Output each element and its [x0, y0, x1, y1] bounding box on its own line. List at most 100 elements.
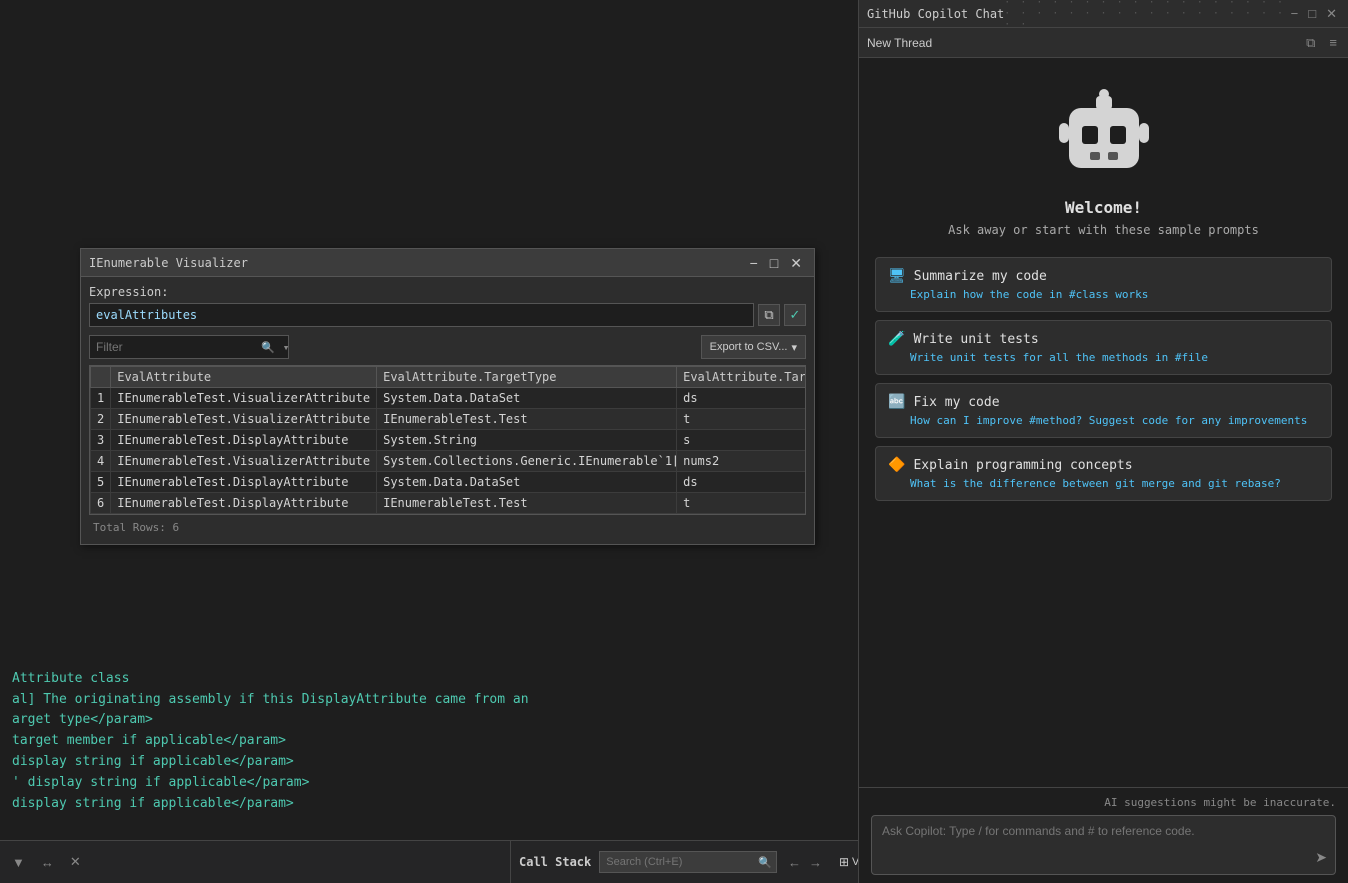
table-cell: System.Collections.Generic.IEnumerable`1…: [377, 451, 677, 472]
prompt-desc-3: What is the difference between git merge…: [888, 477, 1319, 490]
send-button[interactable]: ➤: [1315, 849, 1327, 866]
table-cell: IEnumerableTest.DisplayAttribute: [111, 472, 377, 493]
call-stack-search-input[interactable]: [600, 856, 754, 868]
prompt-cards-container: 🖥 Summarize my code Explain how the code…: [875, 257, 1332, 509]
visualizer-titlebar: IEnumerable Visualizer − □ ✕: [81, 249, 814, 277]
prompt-card-header: 🔤 Fix my code: [888, 394, 1319, 410]
filter-input[interactable]: [90, 340, 257, 354]
table-cell: System.String: [377, 430, 677, 451]
table-cell: s: [677, 430, 806, 451]
search-icon: 🔍: [754, 856, 776, 869]
row-number: 5: [91, 472, 111, 493]
panel-expand-button[interactable]: ↔: [37, 853, 58, 872]
prompt-desc-0: Explain how the code in #class works: [888, 288, 1319, 301]
copilot-title-controls: − □ ✕: [1288, 6, 1340, 22]
export-label: Export to CSV...: [710, 341, 788, 353]
table-row[interactable]: 3IEnumerableTest.DisplayAttributeSystem.…: [91, 430, 807, 451]
copilot-title: GitHub Copilot Chat: [867, 7, 1004, 21]
expression-input[interactable]: [89, 303, 754, 327]
table-cell: System.Data.DataSet: [377, 472, 677, 493]
row-number: 1: [91, 388, 111, 409]
table-cell: t: [677, 493, 806, 514]
table-cell: IEnumerableTest.DisplayAttribute: [111, 493, 377, 514]
minimize-button[interactable]: −: [746, 256, 762, 270]
filter-dropdown-icon[interactable]: ▾: [279, 341, 294, 354]
table-cell: t: [677, 409, 806, 430]
chat-input[interactable]: [882, 824, 1325, 852]
copilot-footer: AI suggestions might be inaccurate. ➤: [859, 787, 1348, 883]
filter-input-wrap: 🔍 ▾: [89, 335, 289, 359]
prompt-icon-0: 🖥: [888, 268, 906, 284]
table-cell: ds: [677, 472, 806, 493]
search-icon: 🔍: [257, 341, 279, 354]
filter-export-row: 🔍 ▾ Export to CSV... ▾: [89, 335, 806, 359]
table-row[interactable]: 4IEnumerableTest.VisualizerAttributeSyst…: [91, 451, 807, 472]
panel-collapse-button[interactable]: ▼: [8, 853, 29, 872]
col-targettype: EvalAttribute.TargetType: [377, 367, 677, 388]
table-cell: IEnumerableTest.DisplayAttribute: [111, 430, 377, 451]
row-number: 4: [91, 451, 111, 472]
nav-back-button[interactable]: ←: [785, 855, 804, 870]
table-cell: System.Data.DataSet: [377, 388, 677, 409]
table-row[interactable]: 6IEnumerableTest.DisplayAttributeIEnumer…: [91, 493, 807, 514]
dots-separator: · · · · · · · · · · · · · · · · · · · · …: [1004, 0, 1287, 30]
table-row[interactable]: 1IEnumerableTest.VisualizerAttributeSyst…: [91, 388, 807, 409]
copilot-logo: [1044, 78, 1164, 198]
restore-button[interactable]: □: [766, 256, 782, 270]
threads-icon: ⊞: [839, 855, 849, 869]
prompt-card-1[interactable]: 🧪 Write unit tests Write unit tests for …: [875, 320, 1332, 375]
nav-buttons: ← →: [785, 855, 825, 870]
close-button[interactable]: ✕: [786, 256, 806, 270]
new-thread-button[interactable]: New Thread: [867, 36, 932, 50]
confirm-expr-button[interactable]: ✓: [784, 304, 806, 326]
titlebar-controls: − □ ✕: [746, 256, 806, 270]
copilot-close-button[interactable]: ✕: [1323, 6, 1340, 22]
table-row[interactable]: 5IEnumerableTest.DisplayAttributeSystem.…: [91, 472, 807, 493]
data-table-wrap: EvalAttribute EvalAttribute.TargetType E…: [89, 365, 806, 515]
table-cell: ds: [677, 388, 806, 409]
copy-expr-button[interactable]: ⧉: [758, 304, 780, 326]
copilot-minimize-button[interactable]: −: [1288, 6, 1302, 21]
chat-input-wrap: ➤: [871, 815, 1336, 875]
export-csv-button[interactable]: Export to CSV... ▾: [701, 335, 806, 359]
prompt-card-header: 🧪 Write unit tests: [888, 331, 1319, 347]
prompt-title-3: Explain programming concepts: [913, 458, 1132, 473]
copilot-panel: GitHub Copilot Chat · · · · · · · · · · …: [858, 0, 1348, 883]
call-stack-search-wrap: 🔍: [599, 851, 777, 873]
table-cell: IEnumerableTest.Test: [377, 493, 677, 514]
copilot-restore-button[interactable]: □: [1305, 6, 1319, 21]
prompt-icon-3: 🔶: [888, 457, 905, 473]
table-row[interactable]: 2IEnumerableTest.VisualizerAttributeIEnu…: [91, 409, 807, 430]
copilot-toolbar-menu-button[interactable]: ≡: [1326, 35, 1340, 50]
data-table: EvalAttribute EvalAttribute.TargetType E…: [90, 366, 806, 514]
prompt-card-2[interactable]: 🔤 Fix my code How can I improve #method?…: [875, 383, 1332, 438]
prompt-desc-1: Write unit tests for all the methods in …: [888, 351, 1319, 364]
row-number: 2: [91, 409, 111, 430]
prompt-card-header: 🖥 Summarize my code: [888, 268, 1319, 284]
panel-close-button[interactable]: ✕: [66, 852, 85, 872]
copilot-content: Welcome! Ask away or start with these sa…: [859, 58, 1348, 787]
expression-label: Expression:: [89, 285, 806, 299]
nav-forward-button[interactable]: →: [806, 855, 825, 870]
col-targetmember: EvalAttribute.TargetMember: [677, 367, 806, 388]
prompt-card-0[interactable]: 🖥 Summarize my code Explain how the code…: [875, 257, 1332, 312]
export-dropdown-icon[interactable]: ▾: [791, 341, 797, 354]
row-number: 3: [91, 430, 111, 451]
prompt-icon-2: 🔤: [888, 394, 905, 410]
prompt-icon-1: 🧪: [888, 331, 905, 347]
prompt-title-0: Summarize my code: [914, 269, 1047, 284]
expression-input-row: ⧉ ✓: [89, 303, 806, 327]
prompt-card-3[interactable]: 🔶 Explain programming concepts What is t…: [875, 446, 1332, 501]
table-cell: IEnumerableTest.VisualizerAttribute: [111, 388, 377, 409]
visualizer-window: IEnumerable Visualizer − □ ✕ Expression:…: [80, 248, 815, 545]
copilot-titlebar: GitHub Copilot Chat · · · · · · · · · · …: [859, 0, 1348, 28]
code-lines: Attribute class al] The originating asse…: [0, 640, 541, 822]
visualizer-body: Expression: ⧉ ✓ 🔍 ▾ Export to CSV... ▾: [81, 277, 814, 544]
bottom-panel: ▼ ↔ ✕: [0, 840, 510, 883]
copilot-toolbar: New Thread ⧉ ≡: [859, 28, 1348, 58]
visualizer-title: IEnumerable Visualizer: [89, 256, 248, 270]
copilot-toolbar-expand-button[interactable]: ⧉: [1303, 35, 1318, 51]
col-evalattribute: EvalAttribute: [111, 367, 377, 388]
call-stack-label: Call Stack: [519, 855, 591, 869]
prompt-title-2: Fix my code: [913, 395, 999, 410]
